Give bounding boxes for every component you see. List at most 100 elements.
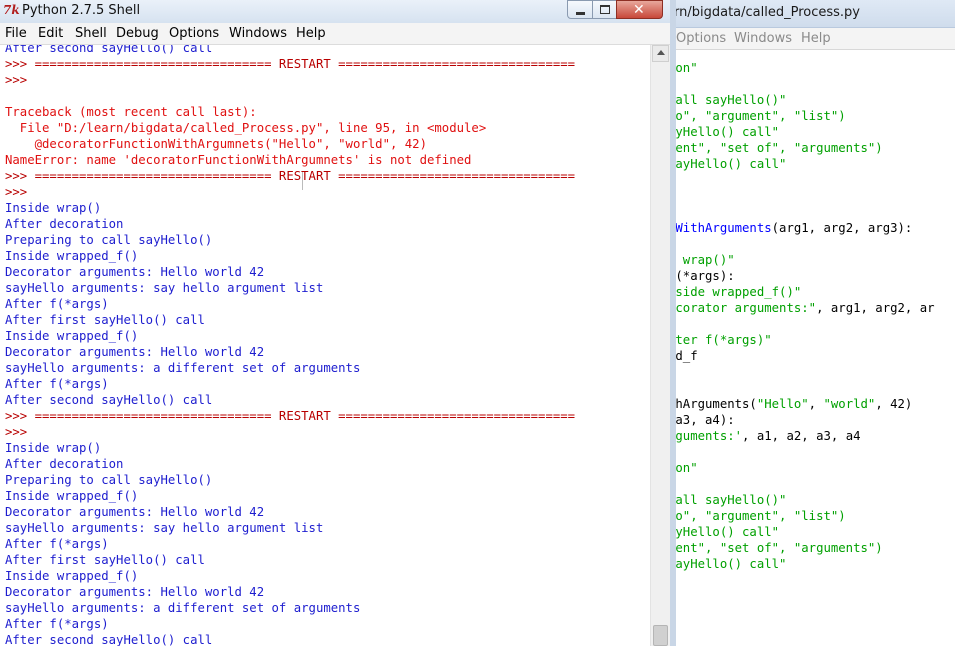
editor-code-line: call sayHello()" <box>668 92 786 108</box>
shell-line: After f(*args) <box>5 297 109 311</box>
string-token: e wrap()" <box>668 253 735 267</box>
editor-menu-options[interactable]: Options <box>676 31 726 46</box>
editor-code-line: lo", "argument", "list") <box>668 108 846 124</box>
shell-line: Inside wrapped_f() <box>5 329 139 343</box>
string-token: rguments:' <box>668 429 743 443</box>
shell-line: @decoratorFunctionWithArgumnets("Hello",… <box>5 137 427 151</box>
string-token: rent", "set of", "arguments") <box>668 541 883 555</box>
shell-title: Python 2.7.5 Shell <box>22 3 141 18</box>
vertical-scrollbar[interactable] <box>650 45 670 646</box>
maximize-icon <box>600 5 610 14</box>
shell-line: sayHello arguments: say hello argument l… <box>5 281 324 295</box>
editor-code-line: thArguments("Hello", "world", 42) <box>668 396 912 412</box>
code-token: , 42) <box>875 397 913 411</box>
menu-options[interactable]: Options <box>169 26 219 41</box>
code-token: f(*args): <box>668 269 735 283</box>
shell-line: After decoration <box>5 457 124 471</box>
string-token: lo", "argument", "list") <box>668 509 846 523</box>
shell-menubar: File Edit Shell Debug Options Windows He… <box>0 23 670 45</box>
shell-line: >>> ================================ RES… <box>5 57 576 71</box>
shell-line: Inside wrapped_f() <box>5 489 139 503</box>
editor-menu-help[interactable]: Help <box>801 31 831 46</box>
shell-output-area[interactable]: After second sayHello() call >>> ========… <box>0 45 650 646</box>
window-controls: ✕ <box>567 0 668 20</box>
editor-code-line: ayHello() call" <box>668 124 779 140</box>
arrow-up-icon <box>657 50 665 55</box>
shell-line: NameError: name 'decoratorFunctionWithAr… <box>5 153 472 167</box>
string-token: call sayHello()" <box>668 493 787 507</box>
string-token: sayHello() call" <box>668 157 787 171</box>
editor-code-line: call sayHello()" <box>668 492 786 508</box>
shell-line: After f(*args) <box>5 617 109 631</box>
string-token: "world" <box>823 397 876 411</box>
string-token: lo", "argument", "list") <box>668 109 846 123</box>
shell-line: Preparing to call sayHello() <box>5 233 213 247</box>
string-token: "Hello" <box>756 397 809 411</box>
scrollbar-thumb[interactable] <box>653 625 668 646</box>
shell-line: sayHello arguments: a different set of a… <box>5 361 361 375</box>
editor-code-line: ecorator arguments:", arg1, arg2, ar <box>668 300 935 316</box>
shell-line: After f(*args) <box>5 537 109 551</box>
string-token: sayHello() call" <box>668 557 787 571</box>
shell-line: >>> <box>5 425 35 439</box>
editor-code-line: fter f(*args)" <box>668 332 772 348</box>
shell-line: Inside wrapped_f() <box>5 569 139 583</box>
editor-code-line: nWithArguments(arg1, arg2, arg3): <box>668 220 912 236</box>
shell-line: >>> <box>5 185 35 199</box>
definition-token: nWithArguments <box>668 221 772 235</box>
code-token: a3, a4): <box>668 413 735 427</box>
shell-line: After second sayHello() call <box>5 393 213 407</box>
editor-code-line: rent", "set of", "arguments") <box>668 140 883 156</box>
string-token: ayHello() call" <box>668 525 780 539</box>
editor-menu-windows[interactable]: Windows <box>734 31 792 46</box>
code-token: (arg1, arg2, arg3): <box>771 221 913 235</box>
string-token: nside wrapped_f()" <box>668 285 802 299</box>
editor-code-line: ayHello() call" <box>668 524 779 540</box>
editor-code-area[interactable]: ion" call sayHello()" lo", "argument", "li… <box>660 50 955 646</box>
shell-line: sayHello arguments: a different set of a… <box>5 601 361 615</box>
editor-code-line: lo", "argument", "list") <box>668 508 846 524</box>
code-token: , <box>808 397 824 411</box>
editor-title: rn/bigdata/called_Process.py <box>674 5 860 20</box>
code-token: thArguments( <box>668 397 757 411</box>
shell-line: >>> ================================ RES… <box>5 169 576 183</box>
string-token: fter f(*args)" <box>668 333 772 347</box>
editor-code-line: nside wrapped_f()" <box>668 284 801 300</box>
string-token: ecorator arguments:" <box>668 301 817 315</box>
shell-line: sayHello arguments: say hello argument l… <box>5 521 324 535</box>
shell-line: After decoration <box>5 217 124 231</box>
shell-line: Inside wrap() <box>5 441 102 455</box>
shell-line: >>> <box>5 73 35 87</box>
minimize-icon <box>576 12 585 15</box>
menu-edit[interactable]: Edit <box>38 26 63 41</box>
menu-windows[interactable]: Windows <box>229 26 287 41</box>
editor-code-line: rguments:', a1, a2, a3, a4 <box>668 428 861 444</box>
string-token: ayHello() call" <box>668 125 780 139</box>
shell-line: After f(*args) <box>5 377 109 391</box>
menu-shell[interactable]: Shell <box>75 26 107 41</box>
menu-file[interactable]: File <box>5 26 27 41</box>
code-token: , arg1, arg2, ar <box>816 301 935 315</box>
menu-debug[interactable]: Debug <box>116 26 159 41</box>
editor-code-line: sayHello() call" <box>668 156 786 172</box>
shell-line: Decorator arguments: Hello world 42 <box>5 265 265 279</box>
scroll-up-button[interactable] <box>652 45 669 62</box>
code-token: , a1, a2, a3, a4 <box>742 429 861 443</box>
editor-titlebar[interactable]: rn/bigdata/called_Process.py <box>660 0 955 28</box>
maximize-button[interactable] <box>592 0 617 19</box>
close-icon: ✕ <box>633 2 645 18</box>
close-button[interactable]: ✕ <box>616 0 663 19</box>
text-cursor <box>302 172 303 190</box>
shell-window: 7k Python 2.7.5 Shell ✕ File Edit Shell … <box>0 0 676 646</box>
menu-help[interactable]: Help <box>296 26 326 41</box>
string-token: rent", "set of", "arguments") <box>668 141 883 155</box>
shell-line: >>> ================================ RES… <box>5 409 576 423</box>
shell-line: File "D:/learn/bigdata/called_Process.py… <box>5 121 487 135</box>
minimize-button[interactable] <box>567 0 593 19</box>
shell-line: Decorator arguments: Hello world 42 <box>5 505 265 519</box>
shell-line: After first sayHello() call <box>5 553 205 567</box>
editor-code-line: e wrap()" <box>668 252 735 268</box>
shell-line: After first sayHello() call <box>5 313 205 327</box>
shell-titlebar[interactable]: 7k Python 2.7.5 Shell ✕ <box>0 0 670 23</box>
editor-window: rn/bigdata/called_Process.py Options Win… <box>660 0 955 646</box>
